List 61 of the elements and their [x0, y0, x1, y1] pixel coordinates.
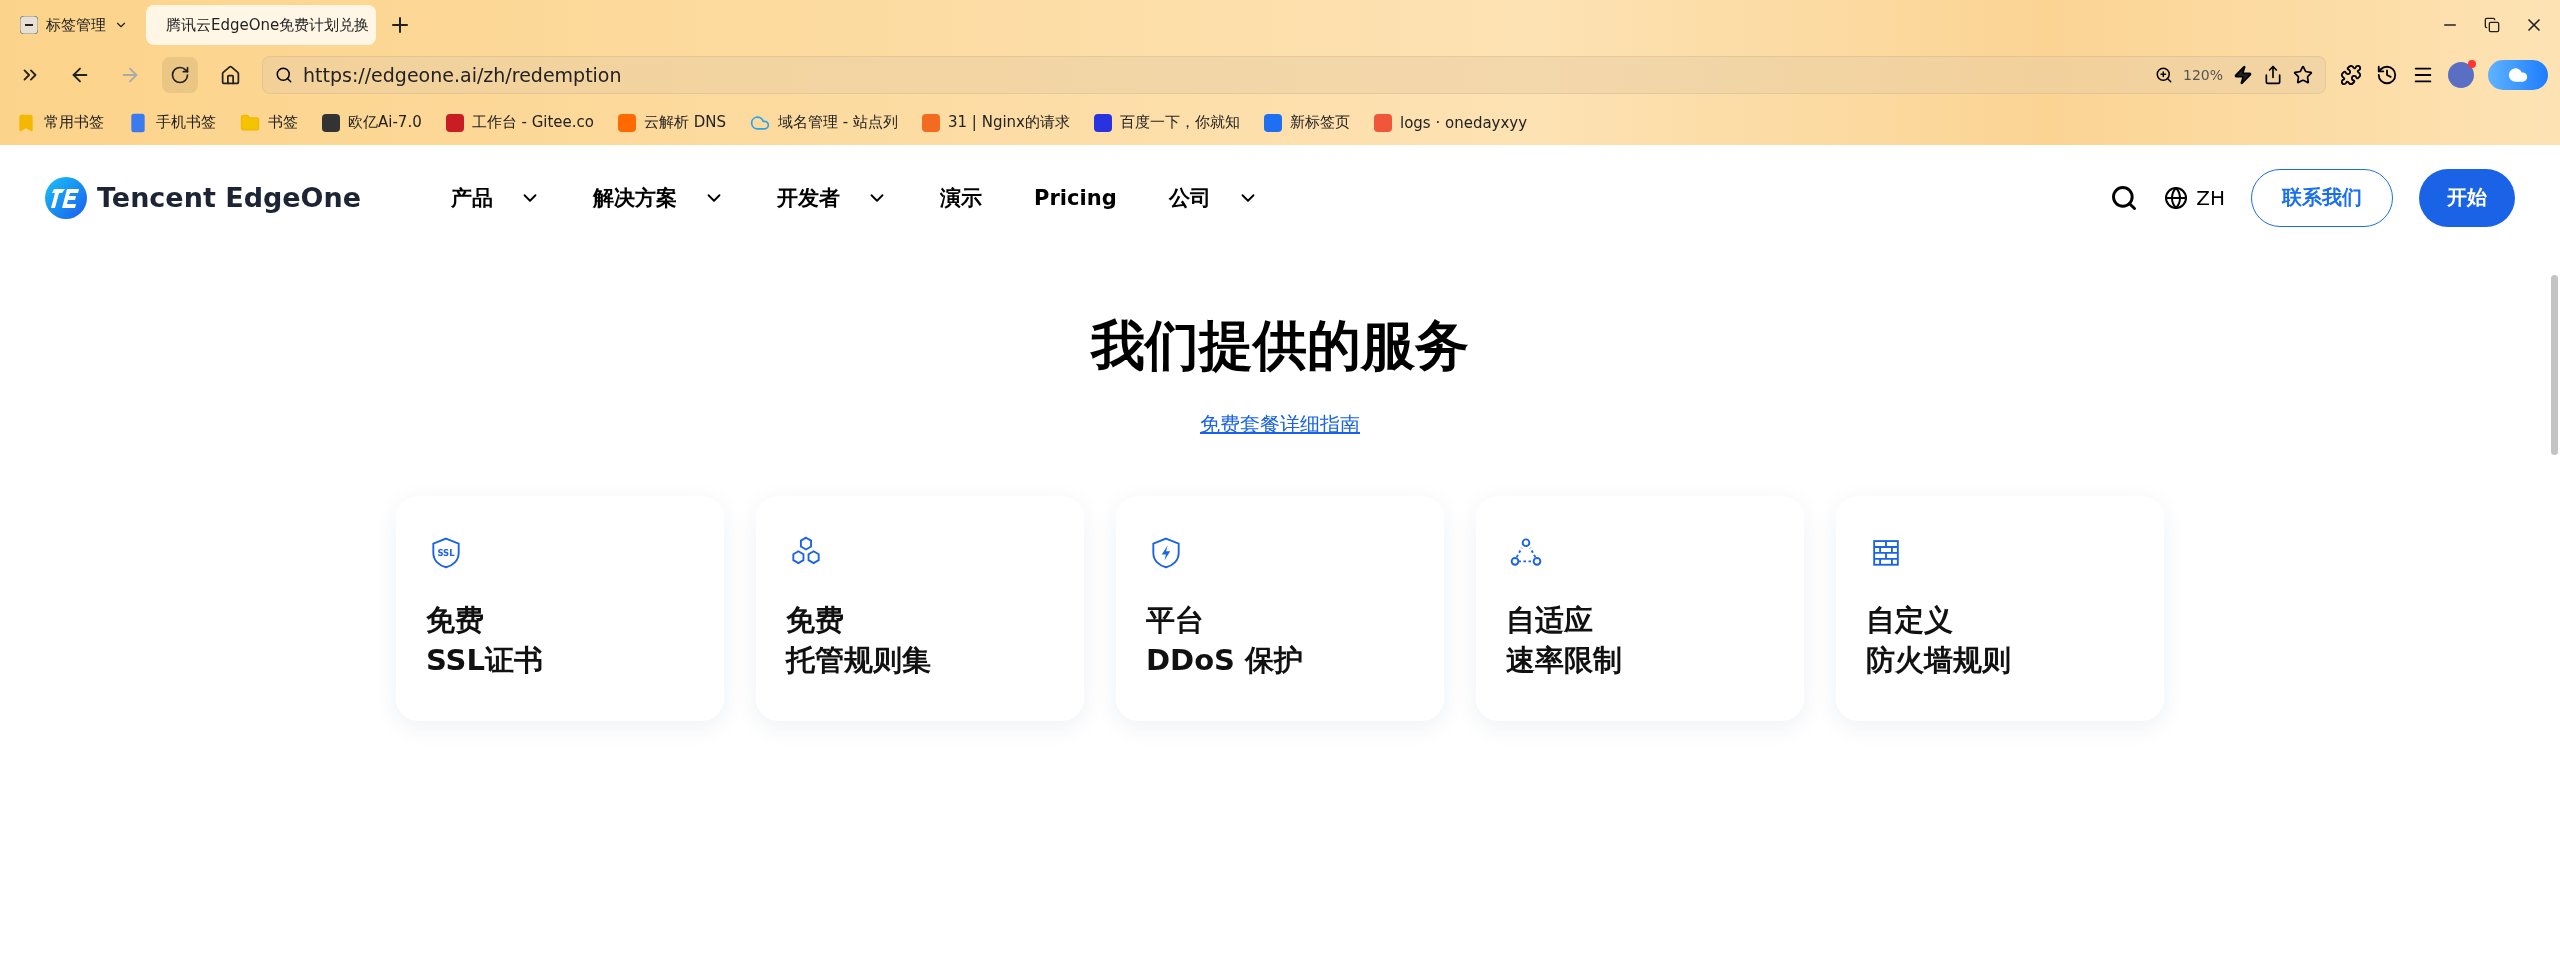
- bookmark-label[interactable]: 书签: [268, 113, 298, 132]
- tab-group-icon: [20, 16, 38, 34]
- bookmark-label[interactable]: 常用书签: [44, 113, 104, 132]
- site-icon: [1094, 113, 1112, 132]
- zoom-icon[interactable]: [2154, 66, 2173, 84]
- share-icon[interactable]: [2263, 65, 2283, 85]
- site-icon: [1374, 113, 1392, 132]
- bookmark-label[interactable]: 云解析 DNS: [644, 113, 727, 132]
- logo-icon: [45, 176, 87, 219]
- star-icon[interactable]: [2293, 65, 2313, 85]
- cloud-icon: [2508, 65, 2528, 85]
- language-label[interactable]: ZH: [2196, 185, 2225, 210]
- brand-name[interactable]: Tencent EdgeOne: [97, 182, 362, 213]
- guide-link[interactable]: 免费套餐详细指南: [1200, 411, 1360, 438]
- home-icon[interactable]: [219, 64, 241, 86]
- folder-icon: [240, 112, 260, 133]
- lightning-icon[interactable]: [2233, 65, 2253, 85]
- start-button[interactable]: 开始: [2419, 168, 2515, 227]
- card-title: 平台 DDoS 保护: [1146, 601, 1305, 680]
- reload-button[interactable]: [162, 57, 198, 93]
- reload-icon: [170, 65, 190, 85]
- site-icon: [922, 113, 940, 132]
- bookmark-label[interactable]: 手机书签: [156, 113, 216, 132]
- cloud-button[interactable]: [2488, 60, 2548, 90]
- site-icon: [618, 113, 636, 132]
- bookmark-label[interactable]: 百度一下，你就知: [1120, 113, 1240, 132]
- avatar-icon[interactable]: [2448, 62, 2474, 88]
- nav-item[interactable]: Pricing: [1034, 185, 1117, 210]
- search-icon[interactable]: [2110, 183, 2139, 212]
- address-bar[interactable]: https://edgeone.ai/zh/redemption 120%: [262, 56, 2326, 94]
- restore-icon[interactable]: [2484, 17, 2500, 33]
- phone-icon: [128, 112, 148, 133]
- nav-item[interactable]: 产品: [451, 183, 542, 212]
- nav-item[interactable]: 演示: [940, 183, 983, 212]
- card-title: 免费 SSL证书: [426, 601, 544, 680]
- bookmark-label[interactable]: 新标签页: [1290, 113, 1350, 132]
- section-title: 我们提供的服务: [1091, 313, 1469, 379]
- nav-item[interactable]: 开发者: [777, 183, 889, 212]
- zoom-level[interactable]: 120%: [2182, 67, 2223, 83]
- extensions-icon[interactable]: [2340, 64, 2362, 86]
- scrollbar-thumb[interactable]: [2551, 275, 2558, 455]
- contact-button[interactable]: 联系我们: [2251, 168, 2393, 227]
- bookmark-label[interactable]: logs · onedayxyy: [1400, 113, 1528, 132]
- card-title: 免费 托管规则集: [786, 601, 932, 680]
- site-icon: [322, 113, 340, 132]
- browser-tab[interactable]: 腾讯云EdgeOne免费计划兑换: [146, 5, 376, 45]
- nav-item[interactable]: 公司: [1168, 183, 1259, 212]
- bookmark-label[interactable]: 域名管理 - 站点列: [778, 113, 898, 132]
- search-icon: [275, 66, 293, 84]
- bookmark-label[interactable]: 31 | Nginx的请求: [948, 113, 1070, 132]
- nav-item[interactable]: 解决方案: [593, 183, 726, 212]
- bookmark-label[interactable]: 欧亿Ai-7.0: [348, 113, 422, 132]
- site-icon: [1264, 113, 1282, 132]
- history-icon[interactable]: [2376, 64, 2398, 86]
- browser-tab[interactable]: 标签管理: [8, 5, 140, 45]
- site-icon: [445, 113, 464, 132]
- card-title: 自定义 防火墙规则: [1866, 601, 2012, 680]
- bookmark-label[interactable]: 工作台 - Gitee.co: [471, 113, 594, 132]
- globe-icon[interactable]: [2164, 185, 2189, 210]
- card-title: 自适应 速率限制: [1506, 601, 1623, 680]
- bookmark-icon: [16, 112, 36, 133]
